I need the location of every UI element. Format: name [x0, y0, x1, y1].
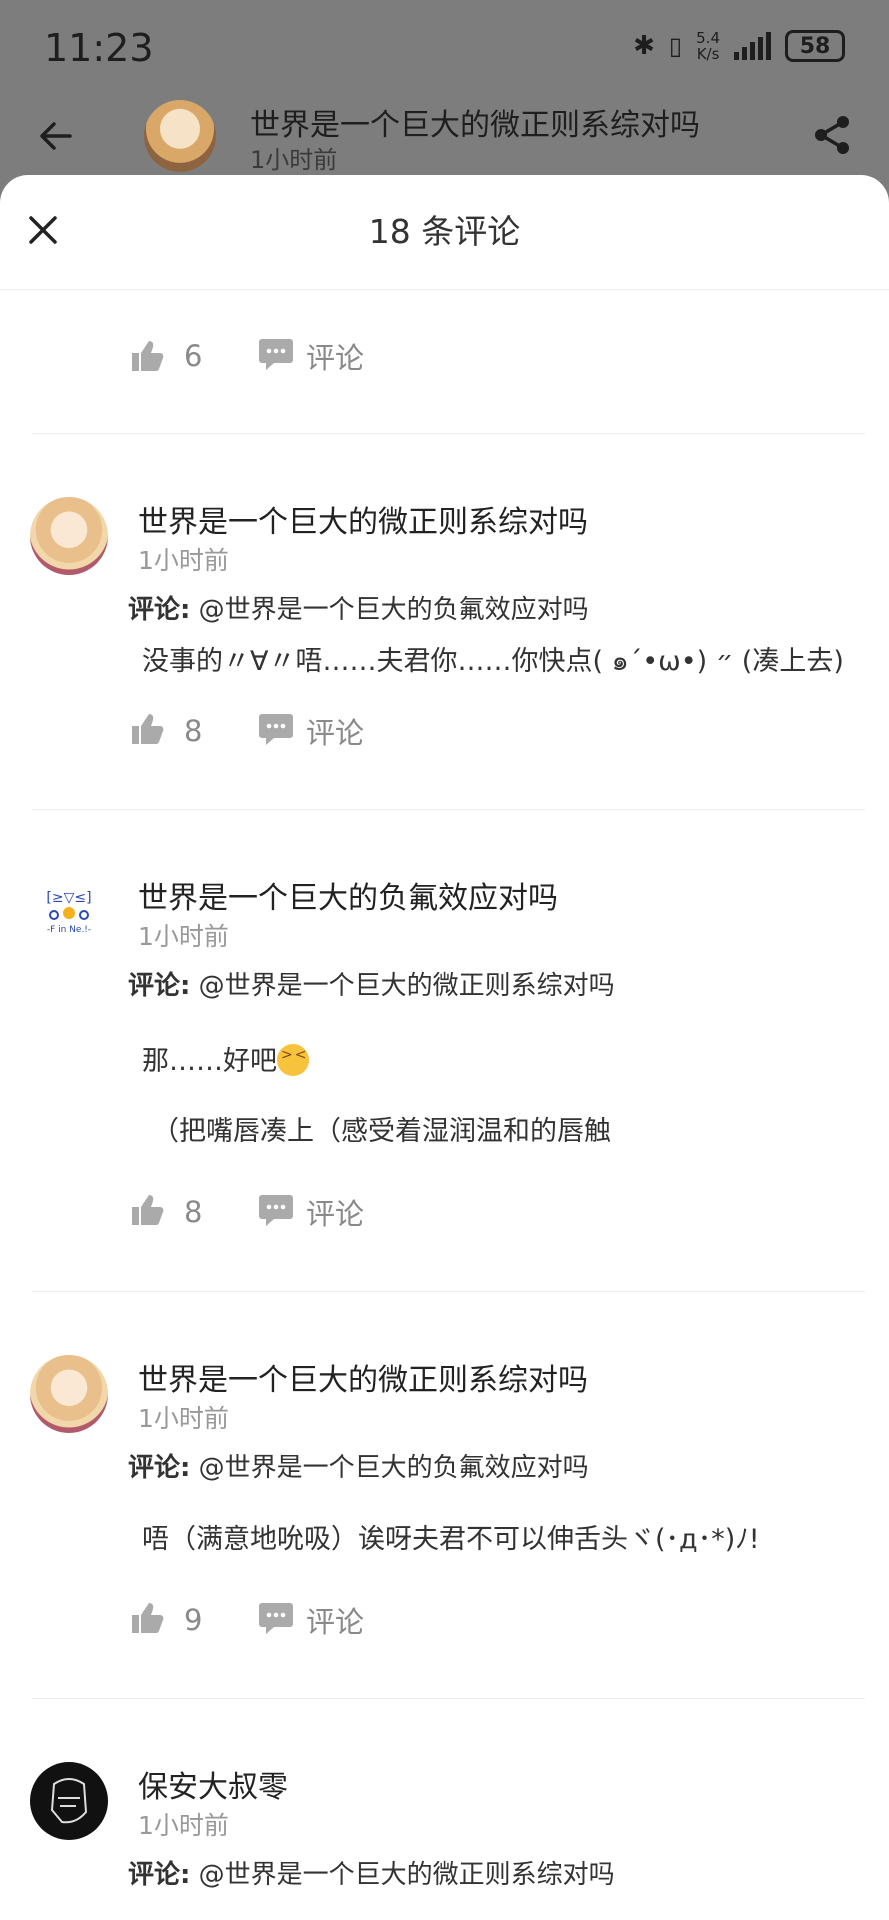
reply-label: 评论: [306, 341, 365, 375]
reply-target: 评论: @世界是一个巨大的微正则系综对吗: [128, 965, 615, 1002]
commenter-name[interactable]: 世界是一个巨大的负氟效应对吗: [138, 873, 558, 917]
comment-time: 1小时前: [138, 922, 229, 951]
commenter-name[interactable]: 保安大叔零: [138, 1762, 288, 1806]
reply-button[interactable]: 评论: [258, 1191, 364, 1233]
avatar[interactable]: [30, 1355, 108, 1433]
back-arrow-icon[interactable]: [36, 116, 76, 166]
reply-prefix: 评论:: [128, 1453, 191, 1483]
comment-actions: 8 评论: [128, 710, 364, 752]
comment-text-line: 那……好吧: [142, 1046, 277, 1077]
divider: [32, 1291, 865, 1292]
thumbs-up-icon: [128, 710, 166, 752]
reply-prefix: 评论:: [128, 971, 191, 1001]
reply-prefix: 评论:: [128, 595, 191, 625]
divider: [32, 433, 865, 434]
like-button[interactable]: 8: [128, 710, 214, 752]
reply-target: 评论: @世界是一个巨大的微正则系综对吗: [128, 1854, 615, 1891]
reply-prefix: 评论:: [128, 1860, 191, 1890]
comment-count-title: 18 条评论: [368, 212, 521, 251]
comment-time: 1小时前: [138, 546, 229, 575]
like-count: 8: [184, 714, 203, 748]
divider: [32, 809, 865, 810]
status-bar: 11:23 ✱ ▯ 5.4 K/s 58: [0, 0, 889, 100]
like-button[interactable]: 6: [128, 337, 214, 375]
reply-label: 评论: [306, 716, 365, 750]
vibrate-icon: ▯: [668, 32, 683, 60]
like-count: 6: [184, 339, 203, 373]
avatar[interactable]: [30, 497, 108, 575]
commenter-name[interactable]: 世界是一个巨大的微正则系综对吗: [138, 1355, 588, 1399]
like-count: 9: [184, 1603, 203, 1637]
reply-label: 评论: [306, 1197, 365, 1231]
like-count: 8: [184, 1195, 203, 1229]
reply-label: 评论: [306, 1605, 365, 1639]
comment-actions: 6 评论: [128, 335, 364, 377]
battery-indicator: 58: [785, 30, 845, 62]
reply-mention[interactable]: @世界是一个巨大的微正则系综对吗: [199, 1860, 615, 1890]
author-avatar[interactable]: [144, 100, 216, 172]
grimace-emoji-icon: [277, 1044, 309, 1076]
thumbs-up-icon: [128, 1599, 166, 1641]
comment-bubble-icon: [258, 1193, 294, 1231]
post-header: 世界是一个巨大的微正则系综对吗 1小时前: [0, 96, 889, 186]
comment-sheet: 18 条评论 6 评论 世界是一个巨大的微正则系综对吗 1小时前 评论: @世界…: [0, 175, 889, 1920]
thumbs-up-icon: [128, 337, 166, 375]
reply-target: 评论: @世界是一个巨大的负氟效应对吗: [128, 589, 589, 626]
like-button[interactable]: 9: [128, 1599, 214, 1641]
reply-button[interactable]: 评论: [258, 1599, 364, 1641]
comment-text: 没事的〃∀〃唔……夫君你……你快点( ๑´•ω•) ״ (凑上去): [142, 646, 844, 677]
comment-bubble-icon: [258, 337, 294, 375]
comment-text-line: （把嘴唇凑上（感受着湿润温和的唇触: [152, 1116, 611, 1147]
reply-target: 评论: @世界是一个巨大的负氟效应对吗: [128, 1447, 589, 1484]
svg-text:[≥▽≤]: [≥▽≤]: [46, 890, 91, 906]
thumbs-up-icon: [128, 1191, 166, 1233]
commenter-name[interactable]: 世界是一个巨大的微正则系综对吗: [138, 497, 588, 541]
avatar[interactable]: [30, 1762, 108, 1840]
comment-bubble-icon: [258, 712, 294, 750]
comment-text: 那……好吧: [142, 1039, 309, 1078]
svg-text:-F in Ne.!-: -F in Ne.!-: [47, 925, 91, 935]
comment-text: 唔（满意地吮吸）诶呀夫君不可以伸舌头ヾ(･д･*)ﾉ!: [142, 1524, 760, 1555]
sheet-header: 18 条评论: [0, 175, 889, 290]
avatar[interactable]: [≥▽≤] -F in Ne.!-: [30, 873, 108, 951]
like-button[interactable]: 8: [128, 1191, 214, 1233]
comment-time: 1小时前: [138, 1811, 229, 1840]
reply-mention[interactable]: @世界是一个巨大的负氟效应对吗: [199, 1453, 589, 1483]
signal-icon: [734, 32, 771, 60]
comment-time: 1小时前: [138, 1404, 229, 1433]
post-time: 1小时前: [250, 146, 338, 174]
reply-mention[interactable]: @世界是一个巨大的负氟效应对吗: [199, 595, 589, 625]
comment-actions: 8 评论: [128, 1191, 364, 1233]
status-time: 11:23: [44, 26, 154, 70]
network-speed: 5.4 K/s: [696, 29, 720, 63]
reply-button[interactable]: 评论: [258, 335, 364, 377]
reply-mention[interactable]: @世界是一个巨大的微正则系综对吗: [199, 971, 615, 1001]
status-icons: ✱ ▯ 5.4 K/s 58: [633, 30, 845, 62]
share-icon[interactable]: [811, 114, 853, 160]
reply-button[interactable]: 评论: [258, 710, 364, 752]
comment-bubble-icon: [258, 1601, 294, 1639]
divider: [32, 1698, 865, 1699]
bluetooth-icon: ✱: [633, 31, 655, 61]
comment-actions: 9 评论: [128, 1599, 364, 1641]
post-title: 世界是一个巨大的微正则系综对吗: [250, 108, 700, 143]
